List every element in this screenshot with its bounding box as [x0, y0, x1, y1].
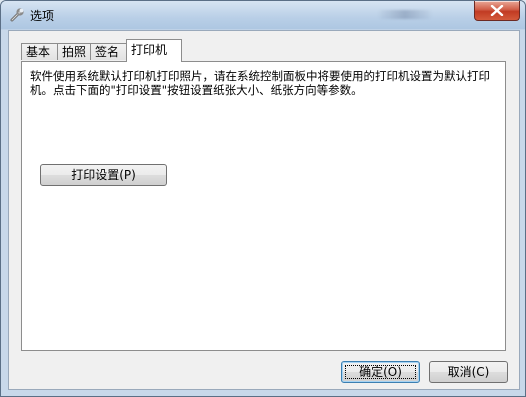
tab-signature[interactable]: 签名 — [90, 43, 127, 60]
tab-label: 打印机 — [131, 43, 168, 57]
cancel-label: 取消(C) — [447, 365, 490, 379]
dialog-client-area: 基本 拍照 签名 打印机 软件使用系统默认打印机打印照片，请在系统控制面板中将要… — [8, 30, 520, 390]
cancel-button[interactable]: 取消(C) — [429, 361, 508, 383]
ok-button[interactable]: 确定(O) — [341, 361, 420, 383]
print-settings-label: 打印设置(P) — [71, 168, 136, 182]
tab-label: 拍照 — [62, 45, 87, 59]
ok-label: 确定(O) — [359, 365, 402, 379]
tab-label: 签名 — [95, 45, 120, 59]
options-dialog: 选项 基本 拍照 签名 打印机 软件使用系统默认打印机打印照片，请在系统控制面板… — [0, 0, 526, 397]
print-settings-button[interactable]: 打印设置(P) — [40, 164, 167, 186]
close-button[interactable] — [474, 1, 520, 21]
wrench-icon — [9, 7, 25, 23]
close-icon — [490, 5, 504, 16]
printer-tab-panel: 软件使用系统默认打印机打印照片，请在系统控制面板中将要使用的打印机设置为默认打印… — [21, 61, 506, 351]
printer-description: 软件使用系统默认打印机打印照片，请在系统控制面板中将要使用的打印机设置为默认打印… — [30, 69, 490, 97]
title-bar[interactable]: 选项 — [1, 1, 525, 29]
tab-photo[interactable]: 拍照 — [57, 43, 91, 60]
tab-label: 基本 — [26, 45, 51, 59]
window-title: 选项 — [30, 9, 55, 23]
title-bar-decoration — [377, 10, 433, 19]
tab-printer[interactable]: 打印机 — [126, 39, 182, 62]
tab-basic[interactable]: 基本 — [21, 43, 58, 60]
